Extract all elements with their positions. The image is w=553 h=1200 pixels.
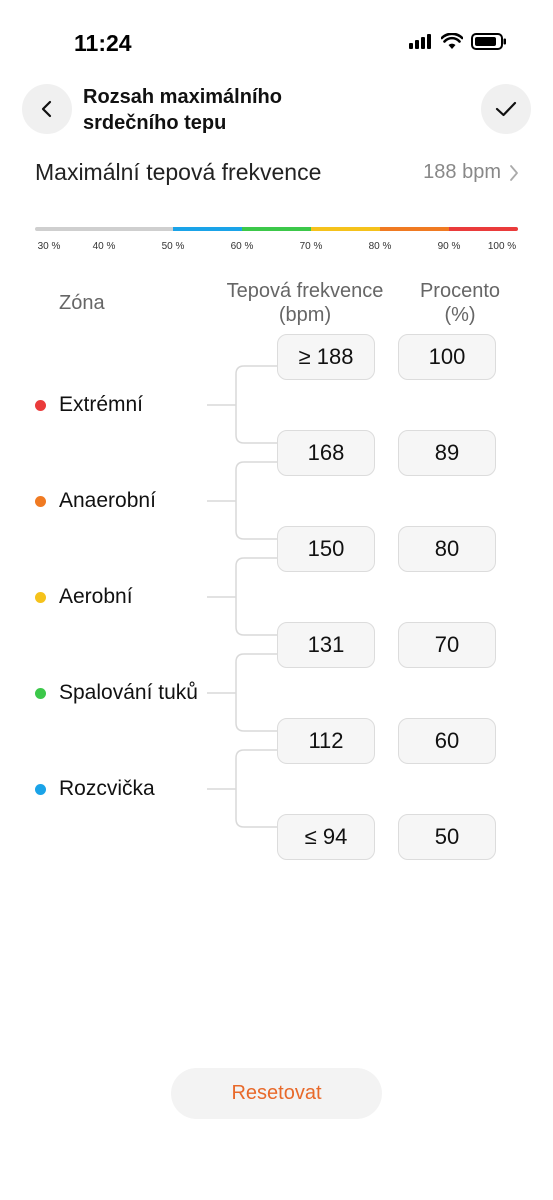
zone-extreme: Extrémní bbox=[35, 393, 143, 417]
bpm-threshold-box[interactable]: 131 bbox=[277, 622, 375, 668]
pct-threshold-box[interactable]: 100 bbox=[398, 334, 496, 380]
reset-button[interactable]: Resetovat bbox=[171, 1068, 382, 1119]
bpm-threshold-box[interactable]: 150 bbox=[277, 526, 375, 572]
zone-aerobic: Aerobní bbox=[35, 585, 133, 609]
zone-dot bbox=[35, 591, 46, 603]
zone-warmup: Rozcvička bbox=[35, 777, 155, 801]
bpm-threshold-box[interactable]: ≥ 188 bbox=[277, 334, 375, 380]
pct-threshold-box[interactable]: 89 bbox=[398, 430, 496, 476]
zone-dot bbox=[35, 687, 46, 699]
pct-threshold-box[interactable]: 60 bbox=[398, 718, 496, 764]
bpm-threshold-box[interactable]: 112 bbox=[277, 718, 375, 764]
zone-label: Rozcvička bbox=[59, 777, 155, 800]
zone-label: Anaerobní bbox=[59, 489, 156, 512]
zone-anaerobic: Anaerobní bbox=[35, 489, 156, 513]
zone-dot bbox=[35, 495, 46, 507]
zone-dot bbox=[35, 399, 46, 411]
pct-threshold-box[interactable]: 70 bbox=[398, 622, 496, 668]
pct-threshold-box[interactable]: 50 bbox=[398, 814, 496, 860]
bpm-threshold-box[interactable]: ≤ 94 bbox=[277, 814, 375, 860]
zone-dot bbox=[35, 783, 46, 795]
zone-fat-burn: Spalování tuků bbox=[35, 681, 198, 705]
zone-label: Aerobní bbox=[59, 585, 133, 608]
bpm-threshold-box[interactable]: 168 bbox=[277, 430, 375, 476]
pct-threshold-box[interactable]: 80 bbox=[398, 526, 496, 572]
zone-label: Extrémní bbox=[59, 393, 144, 416]
zone-label: Spalování tuků bbox=[59, 681, 198, 704]
